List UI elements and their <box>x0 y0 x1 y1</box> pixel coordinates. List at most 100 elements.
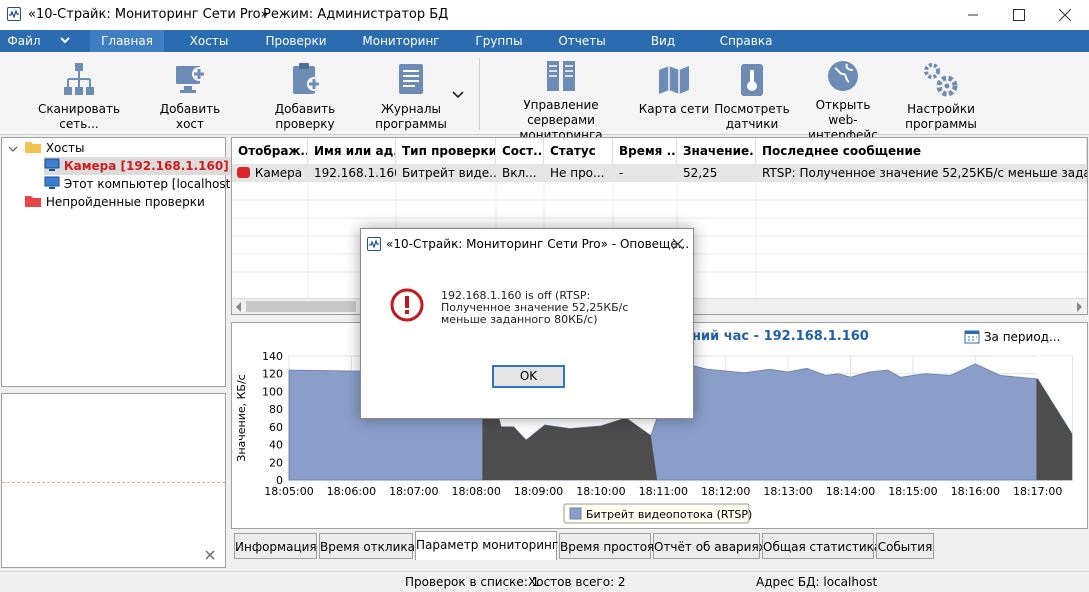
gears-icon <box>923 58 959 98</box>
status-bar: Проверок в списке: 1 Хостов всего: 2 Адр… <box>0 571 1089 592</box>
y-tick-label: 60 <box>269 421 283 434</box>
minimize-button[interactable] <box>950 0 996 30</box>
add-check-button[interactable]: Добавить проверку <box>246 58 364 132</box>
tab-general-stats[interactable]: Общая статистика <box>762 533 881 559</box>
bottom-tabs: Информация Время отклика Параметр монито… <box>231 531 1088 561</box>
globe-icon <box>825 58 861 94</box>
dialog-body: 192.168.1.160 is off (RTSP: Полученное з… <box>361 259 693 418</box>
tree-expander[interactable] <box>8 140 18 158</box>
y-tick-label: 80 <box>269 403 283 416</box>
menu-view[interactable]: Вид <box>640 30 686 52</box>
settings-label: Настройки программы <box>905 102 977 131</box>
x-tick-label: 18:13:00 <box>763 485 812 498</box>
view-sensors-button[interactable]: Посмотреть датчики <box>712 58 792 132</box>
chevron-down-icon[interactable] <box>452 88 466 100</box>
app-icon <box>367 237 381 251</box>
scrollbar-thumb[interactable] <box>246 301 356 312</box>
table-row[interactable]: Камера <box>232 164 308 182</box>
tree-item-failed[interactable]: Непройденные проверки <box>24 193 205 211</box>
manage-servers-button[interactable]: Управление серверами мониторинга <box>490 58 632 142</box>
network-map-label: Карта сети <box>638 102 710 116</box>
menu-help[interactable]: Справка <box>712 30 780 52</box>
add-check-icon <box>287 58 323 98</box>
tab-info[interactable]: Информация <box>234 533 317 559</box>
splitter-handle[interactable] <box>0 388 227 392</box>
col-check-type[interactable]: Тип проверки <box>396 138 496 164</box>
window-title: «10-Страйк: Мониторинг Сети Pro» <box>28 7 269 22</box>
col-status[interactable]: Статус <box>544 138 613 164</box>
cell-name[interactable]: 192.168.1.160 <box>308 164 396 182</box>
col-state[interactable]: Сост... <box>496 138 544 164</box>
mode-label: Режим: Администратор БД <box>263 7 449 22</box>
menu-home[interactable]: Главная <box>90 30 164 52</box>
col-last-message[interactable]: Последнее сообщение <box>756 138 1087 164</box>
x-tick-label: 18:05:00 <box>264 485 313 498</box>
cell-last-message[interactable]: RTSP: Полученное значение 52,25КБ/с мень… <box>756 164 1087 182</box>
status-hosts: Хостов всего: 2 <box>528 575 626 589</box>
cell-status[interactable]: Не про... <box>544 164 613 182</box>
network-map-icon <box>656 58 692 98</box>
tab-failure-report[interactable]: Отчёт об авариях <box>653 533 766 559</box>
logs-button[interactable]: Журналы программы <box>372 58 450 132</box>
close-button[interactable] <box>1042 0 1088 30</box>
scroll-right-icon[interactable] <box>1077 302 1082 312</box>
x-tick-label: 18:16:00 <box>951 485 1000 498</box>
menu-monitoring[interactable]: Мониторинг <box>355 30 447 52</box>
servers-icon <box>543 58 579 94</box>
x-tick-label: 18:11:00 <box>639 485 688 498</box>
x-tick-label: 18:12:00 <box>701 485 750 498</box>
network-map-button[interactable]: Карта сети <box>638 58 710 132</box>
tab-monitoring-param[interactable]: Параметр мониторинга <box>415 531 566 560</box>
col-display[interactable]: Отображ... <box>232 138 308 164</box>
folder-icon <box>25 142 41 153</box>
network-scan-icon <box>61 58 97 98</box>
tab-events[interactable]: События <box>876 533 934 559</box>
close-icon[interactable] <box>205 549 217 561</box>
ok-button[interactable]: OK <box>492 365 565 388</box>
logs-label: Журналы программы <box>375 102 447 131</box>
x-tick-label: 18:09:00 <box>514 485 563 498</box>
chevron-down-icon[interactable] <box>52 30 78 52</box>
dialog-title: «10-Страйк: Мониторинг Сети Pro» - Опове… <box>386 237 690 251</box>
tree-item-hosts[interactable]: Хосты <box>24 139 84 157</box>
x-tick-label: 18:06:00 <box>327 485 376 498</box>
tree-camera-label: Камера [192.168.1.160] <box>63 159 229 173</box>
cell-value[interactable]: 52,25 <box>677 164 756 182</box>
menu-file[interactable]: Файл <box>0 30 48 52</box>
sensors-icon <box>734 58 770 98</box>
cell-display: Камера <box>254 166 303 180</box>
add-host-button[interactable]: Добавить хост <box>144 58 236 132</box>
y-tick-label: 140 <box>262 350 283 363</box>
menu-groups[interactable]: Группы <box>466 30 532 52</box>
app-icon <box>7 7 21 21</box>
scan-network-button[interactable]: Сканировать сеть... <box>20 58 138 132</box>
legend-label: Битрейт видеопотока (RTSP) <box>586 508 752 521</box>
dialog-close-button[interactable] <box>667 233 689 255</box>
menu-hosts[interactable]: Хосты <box>176 30 242 52</box>
col-value[interactable]: Значение... <box>677 138 756 164</box>
menu-bar: Файл Главная Хосты Проверки Мониторинг Г… <box>0 30 1089 52</box>
status-red-icon <box>237 167 250 178</box>
y-tick-label: 20 <box>269 456 283 469</box>
open-web-button[interactable]: Открыть web-интерфейс <box>796 58 890 142</box>
menu-checks[interactable]: Проверки <box>258 30 334 52</box>
tab-downtime[interactable]: Время простоя <box>559 533 654 559</box>
tree-item-camera[interactable]: Камера [192.168.1.160] <box>44 157 233 175</box>
alert-dialog: «10-Страйк: Мониторинг Сети Pro» - Опове… <box>360 228 694 419</box>
col-time[interactable]: Время ... <box>613 138 677 164</box>
cell-check-type[interactable]: Битрейт виде... <box>396 164 496 182</box>
cell-state[interactable]: Вкл... <box>496 164 544 182</box>
add-host-icon <box>172 58 208 98</box>
cell-time[interactable]: - <box>613 164 677 182</box>
settings-button[interactable]: Настройки программы <box>900 58 982 132</box>
host-tree: Хосты Камера [192.168.1.160] Этот компью… <box>1 137 235 387</box>
dialog-message: 192.168.1.160 is off (RTSP: Полученное з… <box>441 289 629 326</box>
maximize-button[interactable] <box>996 0 1042 30</box>
menu-reports[interactable]: Отчеты <box>550 30 614 52</box>
col-name[interactable]: Имя или ад... <box>308 138 396 164</box>
tab-response-time[interactable]: Время отклика <box>319 533 415 559</box>
scroll-left-icon[interactable] <box>236 302 241 312</box>
monitor-icon <box>44 176 60 189</box>
tree-item-localhost[interactable]: Этот компьютер [localhost] <box>44 175 235 193</box>
x-tick-label: 18:08:00 <box>451 485 500 498</box>
